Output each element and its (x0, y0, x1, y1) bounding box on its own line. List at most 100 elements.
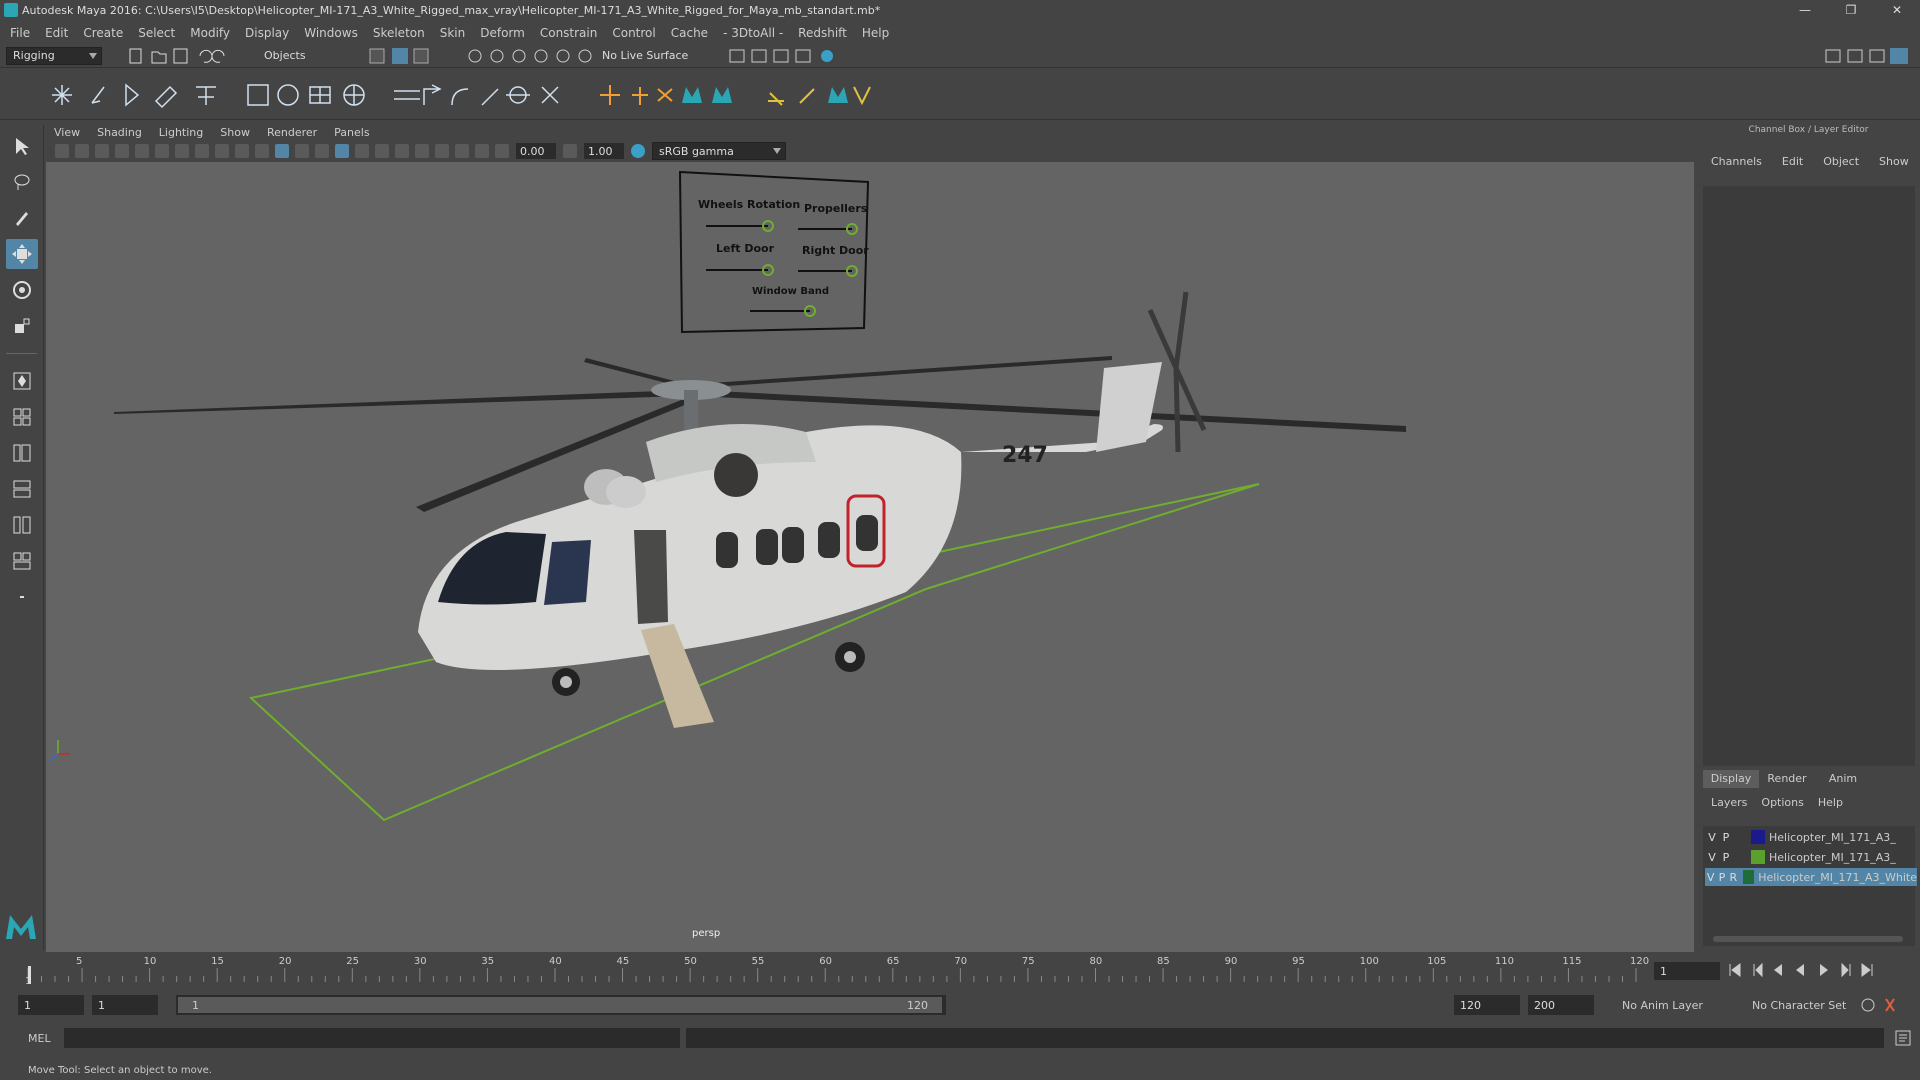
layer-playback-toggle[interactable]: P (1719, 831, 1733, 844)
restore-button[interactable]: ❐ (1828, 0, 1874, 20)
layer-horizontal-scrollbar[interactable] (1713, 936, 1903, 942)
helicopter-fuselage[interactable]: 247 (418, 291, 1207, 728)
xray-joints-icon[interactable] (455, 144, 469, 158)
persp-graph-button[interactable] (6, 474, 38, 504)
layer-menu-layers[interactable]: Layers (1711, 796, 1747, 809)
viewport-menu-renderer[interactable]: Renderer (267, 126, 317, 139)
animation-start-field[interactable]: 1 (18, 995, 84, 1015)
character-set-dropdown[interactable]: No Character Set (1752, 999, 1846, 1012)
gamma-icon[interactable] (563, 144, 577, 158)
tab-anim[interactable]: Anim (1815, 770, 1871, 788)
menu-deform[interactable]: Deform (480, 26, 525, 40)
four-view-button[interactable] (6, 402, 38, 432)
shadows-icon[interactable] (335, 144, 349, 158)
layer-playback-toggle[interactable]: P (1716, 871, 1727, 884)
layer-playback-toggle[interactable]: P (1719, 851, 1733, 864)
menu-control[interactable]: Control (612, 26, 655, 40)
menu-skeleton[interactable]: Skeleton (373, 26, 425, 40)
live-surface-label[interactable]: No Live Surface (602, 49, 688, 62)
render-icons[interactable] (728, 47, 848, 65)
layer-menu-help[interactable]: Help (1818, 796, 1843, 809)
viewport-menu-view[interactable]: View (54, 126, 80, 139)
layer-visibility-toggle[interactable]: V (1705, 831, 1719, 844)
menu-windows[interactable]: Windows (304, 26, 358, 40)
toolbox-more-button[interactable] (6, 582, 38, 612)
selection-mask-icons[interactable] (368, 47, 458, 65)
scale-tool-button[interactable] (6, 311, 38, 341)
layer-name[interactable]: Helicopter_MI_171_A3_ (1769, 831, 1896, 844)
layer-menu-options[interactable]: Options (1761, 796, 1803, 809)
single-view-button[interactable] (6, 366, 38, 396)
grid-toggle-icon[interactable] (115, 144, 129, 158)
camera-bookmark-icon[interactable] (75, 144, 89, 158)
menu-file[interactable]: File (10, 26, 30, 40)
viewport-menu-show[interactable]: Show (220, 126, 250, 139)
ambient-occlusion-icon[interactable] (355, 144, 369, 158)
layer-color-swatch[interactable] (1751, 850, 1765, 864)
channel-box-menu-object[interactable]: Object (1823, 155, 1859, 168)
command-language-label[interactable]: MEL (28, 1032, 51, 1045)
menu-constrain[interactable]: Constrain (540, 26, 598, 40)
current-frame-field[interactable]: 1 (1654, 962, 1720, 980)
field-chart-icon[interactable] (195, 144, 209, 158)
antialias-icon[interactable] (395, 144, 409, 158)
safe-action-icon[interactable] (215, 144, 229, 158)
layer-row[interactable]: V P Helicopter_MI_171_A3_ (1705, 828, 1917, 846)
film-gate-icon[interactable] (135, 144, 149, 158)
snap-icons[interactable] (466, 47, 596, 65)
time-slider[interactable]: 1510152025303540455055606570758085909510… (0, 954, 1920, 988)
layer-name[interactable]: Helicopter_MI_171_A3_White (1758, 871, 1917, 884)
rotate-tool-button[interactable] (6, 275, 38, 305)
command-input[interactable] (64, 1028, 680, 1048)
isolate-select-icon[interactable] (415, 144, 429, 158)
viewport-menu-shading[interactable]: Shading (97, 126, 142, 139)
scene-canvas[interactable]: 247 Wheels Rotation Propellers Left Door… (46, 162, 1694, 952)
wireframe-icon[interactable] (255, 144, 269, 158)
exposure-field[interactable]: 0.00 (516, 143, 556, 159)
select-tool-button[interactable] (6, 131, 38, 161)
gamma-field[interactable]: 1.00 (584, 143, 624, 159)
menu-select[interactable]: Select (138, 26, 175, 40)
layer-color-swatch[interactable] (1742, 870, 1755, 884)
auto-key-icons[interactable] (1860, 995, 1900, 1015)
layer-row[interactable]: V P Helicopter_MI_171_A3_ (1705, 848, 1917, 866)
menu-help[interactable]: Help (862, 26, 889, 40)
menuset-dropdown[interactable]: Rigging (6, 46, 102, 65)
menu-create[interactable]: Create (83, 26, 123, 40)
layer-visibility-toggle[interactable]: V (1705, 871, 1716, 884)
playback-controls[interactable] (1726, 960, 1896, 980)
layer-visibility-toggle[interactable]: V (1705, 851, 1719, 864)
xray-icon[interactable] (435, 144, 449, 158)
tab-display[interactable]: Display (1703, 770, 1759, 788)
image-plane-icon[interactable] (95, 144, 109, 158)
tab-render[interactable]: Render (1759, 770, 1815, 788)
current-time-indicator[interactable] (28, 966, 31, 984)
script-editor-icon[interactable] (1894, 1029, 1912, 1047)
safe-title-icon[interactable] (235, 144, 249, 158)
layer-reference-toggle[interactable]: R (1728, 871, 1739, 884)
gate-mask-icon[interactable] (175, 144, 189, 158)
menu-edit[interactable]: Edit (45, 26, 68, 40)
smooth-shade-icon[interactable] (275, 144, 289, 158)
playback-end-field[interactable]: 120 (1454, 995, 1520, 1015)
resolution-gate-icon[interactable] (155, 144, 169, 158)
channel-box-menu-show[interactable]: Show (1879, 155, 1909, 168)
menu-display[interactable]: Display (245, 26, 289, 40)
move-tool-button[interactable] (5, 239, 38, 269)
menu-skin[interactable]: Skin (440, 26, 466, 40)
camera-attributes-icon[interactable] (55, 144, 69, 158)
menu-modify[interactable]: Modify (190, 26, 230, 40)
channel-box-area[interactable] (1703, 186, 1915, 766)
paint-select-tool-button[interactable] (6, 203, 38, 233)
minimize-button[interactable]: — (1782, 0, 1828, 20)
range-slider-track[interactable]: 1 120 (176, 995, 946, 1015)
layer-name[interactable]: Helicopter_MI_171_A3_ (1769, 851, 1896, 864)
hypershade-layout-button[interactable] (6, 510, 38, 540)
lasso-tool-button[interactable] (6, 167, 38, 197)
lights-icon[interactable] (315, 144, 329, 158)
panel-layout-icons[interactable] (1824, 47, 1914, 65)
time-ruler[interactable]: 1510152025303540455055606570758085909510… (24, 954, 1684, 988)
animation-end-field[interactable]: 200 (1528, 995, 1594, 1015)
backface-icon[interactable] (475, 144, 489, 158)
channel-box-menu-edit[interactable]: Edit (1782, 155, 1803, 168)
